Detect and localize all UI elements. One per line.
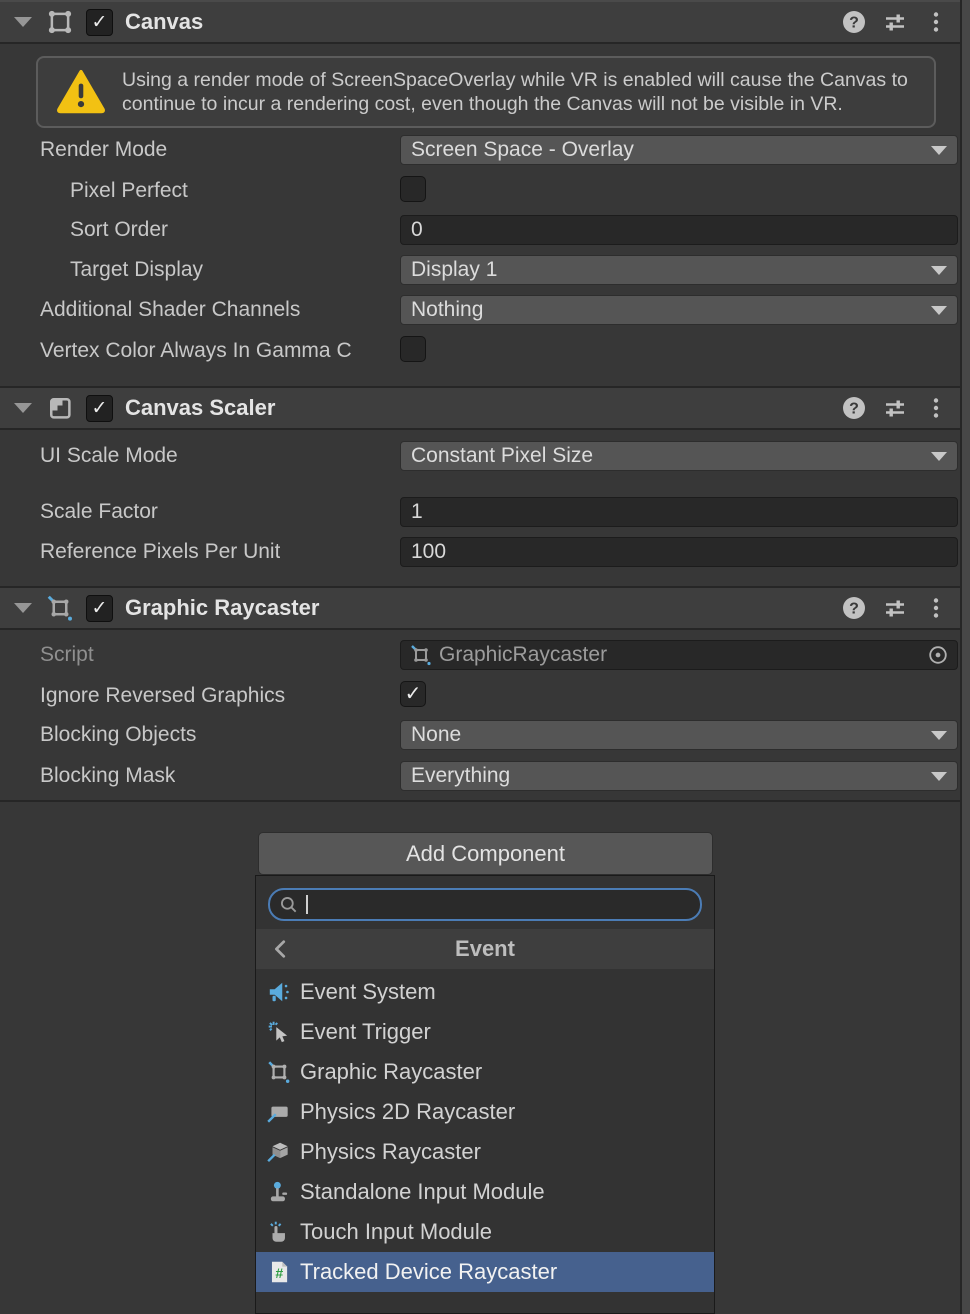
component-search[interactable] — [268, 888, 702, 921]
component-item-standalone-input-module[interactable]: Standalone Input Module — [256, 1172, 714, 1212]
component-item-event-system[interactable]: Event System — [256, 972, 714, 1012]
pixel-perfect-checkbox[interactable]: ✓ — [400, 176, 426, 202]
additional-shader-channels-dropdown[interactable]: Nothing — [400, 295, 958, 325]
category-title: Event — [256, 936, 714, 962]
physics-2d-raycaster-icon — [266, 1099, 292, 1125]
graphic-raycaster-icon — [409, 643, 433, 667]
foldout-triangle-icon[interactable] — [14, 603, 32, 613]
script-label: Script — [40, 643, 94, 667]
scale-factor-field[interactable]: 1 — [400, 497, 958, 527]
search-icon — [279, 895, 299, 915]
sort-order-field[interactable]: 0 — [400, 215, 958, 245]
warning-icon — [54, 67, 108, 117]
script-icon: # — [266, 1259, 292, 1285]
vertex-color-gamma-checkbox[interactable]: ✓ — [400, 336, 426, 362]
physics-raycaster-icon — [266, 1139, 292, 1165]
add-component-button[interactable]: Add Component — [258, 832, 713, 875]
component-title: Canvas Scaler — [125, 395, 275, 421]
kebab-menu-icon[interactable] — [924, 596, 948, 620]
text-cursor — [306, 895, 308, 914]
component-header-graphic-raycaster: ✓ Graphic Raycaster ? — [0, 586, 962, 630]
component-item-event-trigger[interactable]: Event Trigger — [256, 1012, 714, 1052]
svg-text:?: ? — [849, 601, 859, 618]
canvas-enabled-checkbox[interactable]: ✓ — [86, 9, 113, 36]
component-title: Canvas — [125, 9, 203, 35]
render-mode-dropdown[interactable]: Screen Space - Overlay — [400, 135, 958, 165]
component-list: Event System Event Trigger — [256, 972, 714, 1292]
pixel-perfect-label: Pixel Perfect — [70, 179, 188, 203]
component-item-physics-2d-raycaster[interactable]: Physics 2D Raycaster — [256, 1092, 714, 1132]
scrollbar-gutter[interactable] — [960, 0, 970, 1314]
component-title: Graphic Raycaster — [125, 595, 319, 621]
render-mode-label: Render Mode — [40, 138, 167, 162]
chevron-down-icon — [931, 306, 947, 315]
canvas-icon — [45, 7, 75, 37]
presets-icon[interactable] — [883, 396, 907, 420]
additional-shader-channels-label: Additional Shader Channels — [40, 298, 300, 322]
canvas-scaler-enabled-checkbox[interactable]: ✓ — [86, 395, 113, 422]
section-divider — [0, 800, 962, 802]
touch-input-module-icon — [266, 1219, 292, 1245]
ignore-reversed-graphics-checkbox[interactable]: ✓ — [400, 681, 426, 707]
reference-pixels-per-unit-field[interactable]: 100 — [400, 537, 958, 567]
vr-render-mode-warning: Using a render mode of ScreenSpaceOverla… — [36, 56, 936, 128]
chevron-down-icon — [931, 266, 947, 275]
chevron-down-icon — [931, 731, 947, 740]
blocking-mask-label: Blocking Mask — [40, 764, 175, 788]
ui-scale-mode-dropdown[interactable]: Constant Pixel Size — [400, 441, 958, 471]
vertex-color-always-in-gamma-label: Vertex Color Always In Gamma C — [40, 339, 352, 363]
category-header: Event — [256, 929, 714, 969]
chevron-down-icon — [931, 452, 947, 461]
component-item-touch-input-module[interactable]: Touch Input Module — [256, 1212, 714, 1252]
scale-factor-label: Scale Factor — [40, 500, 158, 524]
presets-icon[interactable] — [883, 596, 907, 620]
chevron-down-icon — [931, 146, 947, 155]
target-display-label: Target Display — [70, 258, 203, 282]
component-item-tracked-device-raycaster[interactable]: # Tracked Device Raycaster — [256, 1252, 714, 1292]
target-display-dropdown[interactable]: Display 1 — [400, 255, 958, 285]
help-icon[interactable]: ? — [842, 10, 866, 34]
graphic-raycaster-enabled-checkbox[interactable]: ✓ — [86, 595, 113, 622]
reference-pixels-per-unit-label: Reference Pixels Per Unit — [40, 540, 280, 564]
foldout-triangle-icon[interactable] — [14, 17, 32, 27]
blocking-objects-label: Blocking Objects — [40, 723, 196, 747]
help-icon[interactable]: ? — [842, 596, 866, 620]
object-picker-icon[interactable] — [927, 644, 949, 666]
component-header-canvas: ✓ Canvas ? — [0, 0, 962, 44]
component-item-graphic-raycaster[interactable]: Graphic Raycaster — [256, 1052, 714, 1092]
ignore-reversed-graphics-label: Ignore Reversed Graphics — [40, 684, 285, 708]
add-component-popup: Event Event System — [255, 875, 715, 1314]
blocking-objects-dropdown[interactable]: None — [400, 720, 958, 750]
canvas-scaler-icon — [45, 393, 75, 423]
standalone-input-module-icon — [266, 1179, 292, 1205]
component-header-canvas-scaler: ✓ Canvas Scaler ? — [0, 386, 962, 430]
event-system-icon — [266, 979, 292, 1005]
foldout-triangle-icon[interactable] — [14, 403, 32, 413]
help-icon[interactable]: ? — [842, 396, 866, 420]
graphic-raycaster-icon — [266, 1059, 292, 1085]
svg-text:?: ? — [849, 401, 859, 418]
warning-text: Using a render mode of ScreenSpaceOverla… — [122, 68, 924, 116]
search-input[interactable] — [299, 893, 700, 916]
sort-order-label: Sort Order — [70, 218, 168, 242]
presets-icon[interactable] — [883, 10, 907, 34]
event-trigger-icon — [266, 1019, 292, 1045]
chevron-down-icon — [931, 772, 947, 781]
script-object-field[interactable]: GraphicRaycaster — [400, 640, 958, 670]
svg-text:?: ? — [849, 15, 859, 32]
kebab-menu-icon[interactable] — [924, 10, 948, 34]
component-item-physics-raycaster[interactable]: Physics Raycaster — [256, 1132, 714, 1172]
ui-scale-mode-label: UI Scale Mode — [40, 444, 178, 468]
blocking-mask-dropdown[interactable]: Everything — [400, 761, 958, 791]
kebab-menu-icon[interactable] — [924, 396, 948, 420]
unity-inspector-panel: ✓ Canvas ? Using a rend — [0, 0, 970, 1314]
graphic-raycaster-icon — [45, 593, 75, 623]
svg-text:#: # — [275, 1265, 283, 1281]
